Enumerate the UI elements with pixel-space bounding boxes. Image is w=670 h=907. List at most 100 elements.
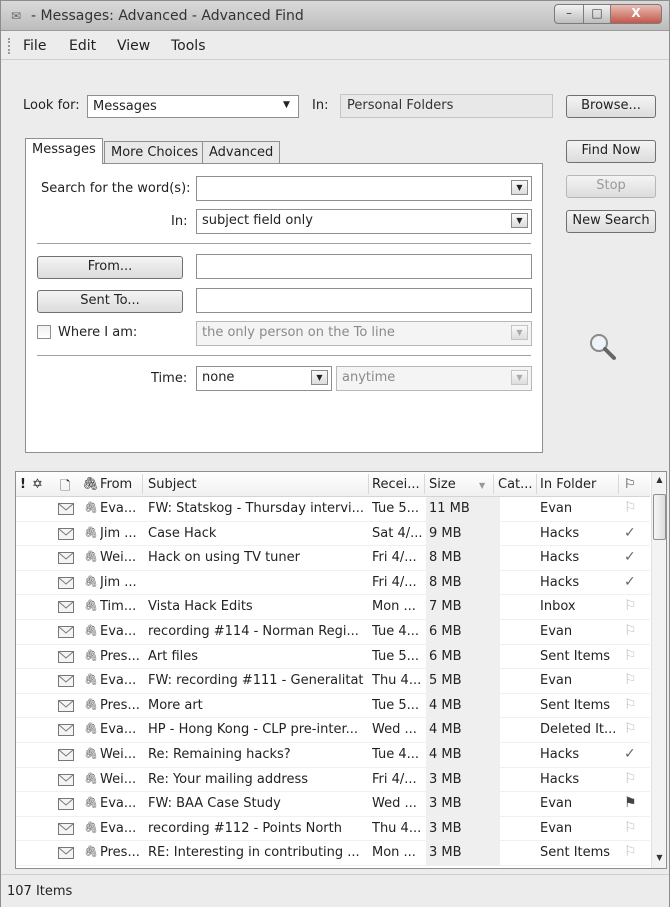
scroll-down-icon[interactable]: ▼ xyxy=(652,850,666,866)
column-header-size[interactable]: Size xyxy=(429,477,456,492)
column-header-subject[interactable]: Subject xyxy=(148,477,197,492)
row-subject: Re: Remaining hacks? xyxy=(148,747,291,762)
from-button[interactable]: From... xyxy=(37,256,183,279)
table-row[interactable]: 🖇 Eva... recording #114 - Norman Regi... Tu… xyxy=(16,620,650,645)
attachment-icon: 🖇 xyxy=(84,820,98,834)
menu-view[interactable]: View xyxy=(117,38,150,54)
menu-edit[interactable]: Edit xyxy=(69,38,96,54)
table-row[interactable]: 🖇 Wei... Hack on using TV tuner Fri 4/... 8 … xyxy=(16,546,650,571)
flag-icon[interactable]: ✓ xyxy=(624,574,636,590)
search-magnifier-icon xyxy=(590,334,616,360)
table-row[interactable]: 🖇 Pres... More art Tue 5... 4 MB Sent Items ⚐ xyxy=(16,693,650,719)
envelope-icon xyxy=(58,650,74,663)
stop-button[interactable]: Stop xyxy=(566,175,656,198)
flag-icon[interactable]: ⚐ xyxy=(624,648,637,664)
maximize-button[interactable]: □ xyxy=(583,4,611,24)
row-from: Eva... xyxy=(100,796,137,812)
row-received: Thu 4... xyxy=(372,820,422,836)
time-dropdown[interactable]: none ▼ xyxy=(196,366,332,391)
table-row[interactable]: 🖇 Eva... FW: Statskog - Thursday intervi..… xyxy=(16,497,650,522)
table-row[interactable]: 🖇 Tim... Vista Hack Edits Mon ... 7 MB Inbox ⚐ xyxy=(16,595,650,620)
table-row[interactable]: 🖇 Eva... HP - Hong Kong - CLP pre-inter...… xyxy=(16,718,650,743)
where-i-am-dropdown[interactable]: the only person on the To line ▼ xyxy=(196,321,532,346)
item-count: 107 Items xyxy=(7,884,73,899)
column-separator[interactable] xyxy=(493,474,494,494)
close-button[interactable]: X xyxy=(610,4,662,24)
item-type-column-icon[interactable]: 🗋 xyxy=(60,477,70,499)
envelope-icon xyxy=(58,724,74,737)
table-row[interactable]: 🖇 Pres... RE: Interesting in contributing … xyxy=(16,841,650,866)
column-separator[interactable] xyxy=(618,474,619,494)
tab-more-choices[interactable]: More Choices xyxy=(104,141,206,163)
browse-button[interactable]: Browse... xyxy=(566,95,656,118)
row-folder: Evan xyxy=(540,796,573,812)
row-subject: recording #112 - Points North xyxy=(148,820,342,836)
row-folder: Deleted It... xyxy=(540,722,617,738)
menu-file[interactable]: File xyxy=(23,38,46,54)
find-now-button[interactable]: Find Now xyxy=(566,140,656,163)
vertical-scrollbar[interactable]: ▲ ▼ xyxy=(651,472,666,868)
table-row[interactable]: 🖇 Eva... recording #112 - Points North Thu … xyxy=(16,816,650,842)
column-separator[interactable] xyxy=(424,474,425,494)
tab-messages[interactable]: Messages xyxy=(25,138,103,164)
minimize-button[interactable]: – xyxy=(554,4,584,24)
importance-column-icon[interactable]: ! xyxy=(20,477,26,492)
table-row[interactable]: 🖇 Wei... Re: Remaining hacks? Tue 4... 4 MB H… xyxy=(16,743,650,768)
envelope-icon xyxy=(58,749,74,761)
row-received: Thu 4... xyxy=(372,673,422,689)
envelope-icon xyxy=(58,798,74,811)
flag-icon[interactable]: ⚐ xyxy=(624,771,637,787)
flag-icon[interactable]: ✓ xyxy=(624,525,636,541)
table-row[interactable]: 🖇 Jim ... Case Hack Sat 4/... 9 MB Hacks ✓ xyxy=(16,521,650,547)
column-separator[interactable] xyxy=(536,474,537,494)
flag-icon[interactable]: ✓ xyxy=(624,746,636,762)
flag-icon[interactable]: ⚐ xyxy=(624,598,637,614)
sent-to-button[interactable]: Sent To... xyxy=(37,290,183,313)
table-row[interactable]: 🖇 Eva... FW: recording #111 - Generalitat T… xyxy=(16,669,650,694)
search-words-input[interactable]: ▼ xyxy=(196,176,532,201)
where-i-am-checkbox[interactable] xyxy=(37,325,51,339)
look-for-dropdown[interactable]: Messages ▼ xyxy=(87,95,299,118)
column-header-received[interactable]: Recei... xyxy=(372,477,420,492)
row-from: Wei... xyxy=(100,747,137,762)
attachment-column-icon[interactable]: 🖇 xyxy=(82,477,99,492)
scrollbar-thumb[interactable] xyxy=(653,494,666,540)
flag-icon[interactable]: ⚐ xyxy=(624,672,637,688)
time-range-dropdown[interactable]: anytime ▼ xyxy=(336,366,532,391)
tab-advanced[interactable]: Advanced xyxy=(202,141,281,163)
sent-to-input[interactable] xyxy=(196,288,532,313)
table-row[interactable]: 🖇 Eva... FW: BAA Case Study Wed ... 3 MB Evan… xyxy=(16,792,650,817)
row-from: Eva... xyxy=(100,722,137,738)
flag-icon[interactable]: ⚑ xyxy=(624,795,637,811)
flag-icon[interactable]: ⚐ xyxy=(624,623,637,639)
flag-icon[interactable]: ⚐ xyxy=(624,697,637,713)
search-in-dropdown[interactable]: subject field only ▼ xyxy=(196,209,532,234)
flag-icon[interactable]: ⚐ xyxy=(624,844,637,860)
row-from: Wei... xyxy=(100,771,137,787)
flag-icon[interactable]: ✓ xyxy=(624,549,636,565)
reminder-column-icon[interactable]: ✡ xyxy=(32,477,43,492)
flag-column-icon[interactable]: ⚐ xyxy=(624,477,636,492)
chevron-down-icon[interactable]: ▼ xyxy=(511,180,528,195)
column-header-categories[interactable]: Cat... xyxy=(498,477,533,492)
row-size: 3 MB xyxy=(429,820,462,836)
table-row[interactable]: 🖇 Jim ... Fri 4/... 8 MB Hacks ✓ xyxy=(16,570,650,596)
flag-icon[interactable]: ⚐ xyxy=(624,500,637,516)
column-header-folder[interactable]: In Folder xyxy=(540,477,596,492)
flag-icon[interactable]: ⚐ xyxy=(624,820,637,836)
column-header-from[interactable]: From xyxy=(100,477,132,492)
from-input[interactable] xyxy=(196,254,532,279)
table-row[interactable]: 🖇 Pres... Art files Tue 5... 6 MB Sent Items ⚐ xyxy=(16,644,650,670)
column-separator[interactable] xyxy=(368,474,369,494)
new-search-button[interactable]: New Search xyxy=(566,210,656,233)
row-folder: Sent Items xyxy=(540,648,611,664)
table-row[interactable]: 🖇 Wei... Re: Your mailing address Fri 4/...… xyxy=(16,767,650,793)
row-folder: Hacks xyxy=(540,574,580,590)
scroll-up-icon[interactable]: ▲ xyxy=(652,472,666,488)
column-separator[interactable] xyxy=(142,474,143,494)
title-bar[interactable]: ✉ - Messages: Advanced - Advanced Find –… xyxy=(1,1,669,31)
row-folder: Evan xyxy=(540,820,573,836)
row-subject: recording #114 - Norman Regi... xyxy=(148,624,359,639)
flag-icon[interactable]: ⚐ xyxy=(624,721,637,737)
menu-tools[interactable]: Tools xyxy=(171,38,206,54)
